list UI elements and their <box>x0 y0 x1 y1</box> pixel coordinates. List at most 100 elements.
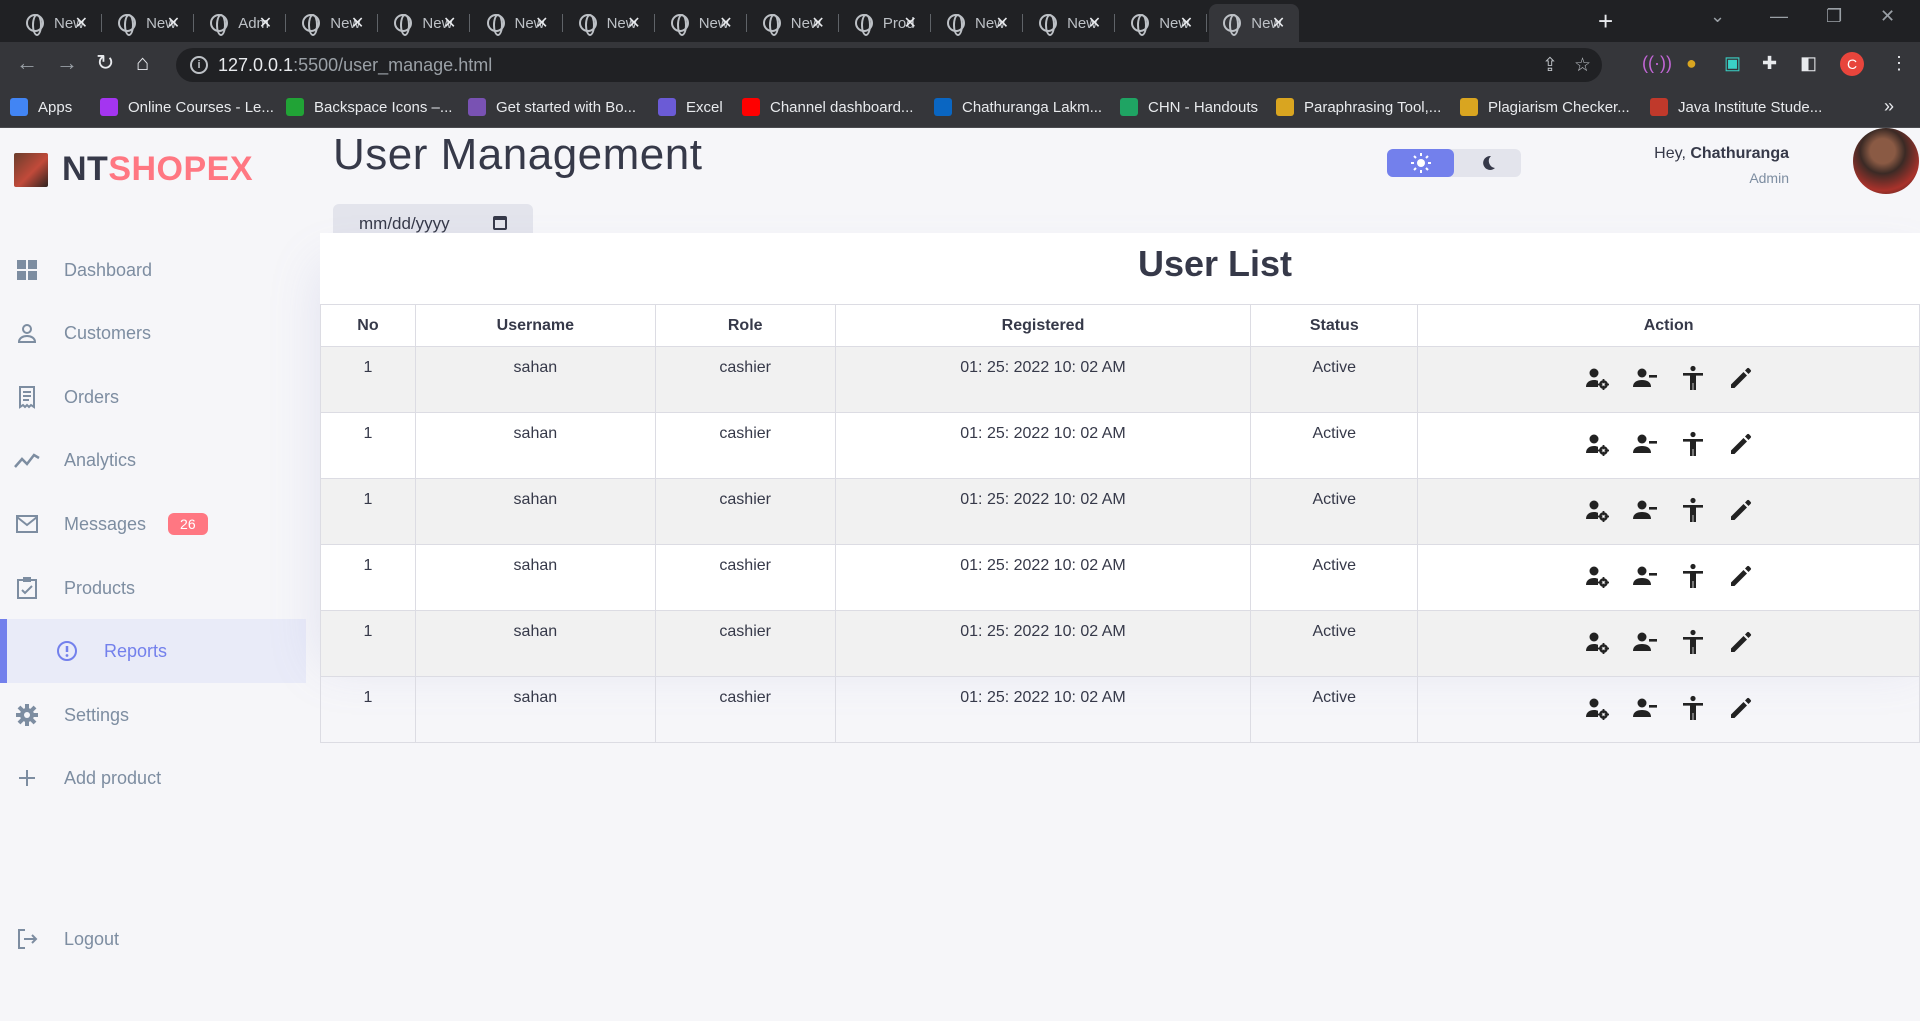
manage-user-icon[interactable] <box>1584 695 1610 721</box>
browser-tab[interactable]: New ✕ <box>12 4 102 42</box>
sidebar-item-products[interactable]: Products <box>0 556 306 620</box>
close-tab-icon[interactable]: ✕ <box>627 13 640 33</box>
sidebar-item-messages[interactable]: Messages 26 <box>0 492 306 556</box>
accessibility-icon[interactable] <box>1680 563 1706 589</box>
accessibility-icon[interactable] <box>1680 497 1706 523</box>
profile-avatar[interactable]: C <box>1840 52 1864 76</box>
bookmark-item[interactable]: Online Courses - Le... <box>100 98 274 116</box>
close-tab-icon[interactable]: ✕ <box>903 13 916 33</box>
minimize-button[interactable]: — <box>1770 6 1788 27</box>
extension-app-icon[interactable]: ▣ <box>1724 53 1741 74</box>
sidebar-item-settings[interactable]: Settings <box>0 683 306 747</box>
remove-user-icon[interactable] <box>1632 629 1658 655</box>
browser-tab[interactable]: New ✕ <box>380 4 471 42</box>
edit-pencil-icon[interactable] <box>1728 431 1754 457</box>
sidebar-item-analytics[interactable]: Analytics <box>0 428 306 492</box>
accessibility-icon[interactable] <box>1680 431 1706 457</box>
bookmark-item[interactable]: Excel <box>658 98 723 116</box>
close-tab-icon[interactable]: ✕ <box>1272 13 1285 33</box>
close-tab-icon[interactable]: ✕ <box>167 13 180 33</box>
manage-user-icon[interactable] <box>1584 629 1610 655</box>
more-bookmarks-icon[interactable]: » <box>1884 96 1894 117</box>
bookmark-item[interactable]: Paraphrasing Tool,... <box>1276 98 1441 116</box>
browser-tab[interactable]: New ✕ <box>749 4 839 42</box>
home-icon[interactable]: ⌂ <box>136 50 149 76</box>
bookmark-item[interactable]: Channel dashboard... <box>742 98 913 116</box>
browser-tab[interactable]: New ✕ <box>657 4 747 42</box>
bookmark-item[interactable]: Backspace Icons –... <box>286 98 452 116</box>
browser-tab[interactable]: Prod ✕ <box>841 4 931 42</box>
edit-pencil-icon[interactable] <box>1728 695 1754 721</box>
browser-tab[interactable]: New ✕ <box>473 4 563 42</box>
close-tab-icon[interactable]: ✕ <box>996 13 1009 33</box>
edit-pencil-icon[interactable] <box>1728 563 1754 589</box>
edit-pencil-icon[interactable] <box>1728 497 1754 523</box>
browser-tab[interactable]: New ✕ <box>1025 4 1116 42</box>
manage-user-icon[interactable] <box>1584 431 1610 457</box>
close-tab-icon[interactable]: ✕ <box>1088 13 1101 33</box>
sidebar-item-dashboard[interactable]: Dashboard <box>0 238 306 302</box>
share-icon[interactable]: ⇪ <box>1542 54 1558 77</box>
bookmark-item[interactable]: CHN - Handouts <box>1120 98 1258 116</box>
sidebar-item-logout[interactable]: Logout <box>0 907 306 971</box>
edit-pencil-icon[interactable] <box>1728 629 1754 655</box>
light-mode-button[interactable] <box>1387 149 1454 177</box>
browser-tab[interactable]: New ✕ <box>1117 4 1208 42</box>
close-tab-icon[interactable]: ✕ <box>811 13 824 33</box>
bookmark-item[interactable]: Get started with Bo... <box>468 98 636 116</box>
calendar-icon[interactable] <box>493 216 507 230</box>
remove-user-icon[interactable] <box>1632 431 1658 457</box>
bookmark-item[interactable]: Chathuranga Lakm... <box>934 98 1102 116</box>
remove-user-icon[interactable] <box>1632 365 1658 391</box>
remove-user-icon[interactable] <box>1632 497 1658 523</box>
bookmark-item[interactable]: Plagiarism Checker... <box>1460 98 1630 116</box>
manage-user-icon[interactable] <box>1584 365 1610 391</box>
manage-user-icon[interactable] <box>1584 563 1610 589</box>
accessibility-icon[interactable] <box>1680 365 1706 391</box>
browser-tab[interactable]: New ✕ <box>565 4 655 42</box>
theme-toggler[interactable] <box>1387 149 1521 177</box>
bookmark-item[interactable]: Java Institute Stude... <box>1650 98 1822 116</box>
sidebar-item-add-product[interactable]: Add product <box>0 746 306 810</box>
globe-icon <box>118 14 137 36</box>
side-panel-icon[interactable]: ◧ <box>1800 53 1817 74</box>
tab-search-icon[interactable]: ⌄ <box>1710 6 1725 27</box>
accessibility-icon[interactable] <box>1680 695 1706 721</box>
bookmark-item[interactable]: Apps <box>10 98 72 116</box>
bookmark-star-icon[interactable]: ☆ <box>1574 54 1591 77</box>
browser-tab[interactable]: New ✕ <box>288 4 379 42</box>
manage-user-icon[interactable] <box>1584 497 1610 523</box>
close-tab-icon[interactable]: ✕ <box>75 13 88 33</box>
close-window-button[interactable]: ✕ <box>1880 6 1895 27</box>
browser-tab[interactable]: New ✕ <box>933 4 1023 42</box>
sidebar-item-customers[interactable]: Customers <box>0 301 306 365</box>
close-tab-icon[interactable]: ✕ <box>535 13 548 33</box>
sidebar-item-orders[interactable]: Orders <box>0 365 306 429</box>
extension-podcast-icon[interactable]: ((·)) <box>1642 53 1672 74</box>
new-tab-button[interactable]: + <box>1598 6 1613 37</box>
browser-tab[interactable]: New ✕ <box>104 4 195 42</box>
remove-user-icon[interactable] <box>1632 563 1658 589</box>
extensions-puzzle-icon[interactable]: ✚ <box>1762 53 1777 74</box>
extension-cookie-icon[interactable]: ● <box>1686 53 1697 74</box>
browser-menu-icon[interactable]: ⋮ <box>1890 53 1908 74</box>
accessibility-icon[interactable] <box>1680 629 1706 655</box>
browser-tab[interactable]: New ✕ <box>1209 4 1300 42</box>
remove-user-icon[interactable] <box>1632 695 1658 721</box>
back-arrow-icon[interactable]: ← <box>16 50 38 76</box>
close-tab-icon[interactable]: ✕ <box>351 13 364 33</box>
address-bar[interactable]: i 127.0.0.1:5500/user_manage.html ⇪ ☆ <box>176 48 1602 82</box>
forward-arrow-icon[interactable]: → <box>56 50 78 76</box>
avatar[interactable] <box>1853 128 1919 194</box>
close-tab-icon[interactable]: ✕ <box>1180 13 1193 33</box>
dark-mode-button[interactable] <box>1454 149 1521 177</box>
sidebar-item-reports[interactable]: Reports <box>0 619 306 683</box>
edit-pencil-icon[interactable] <box>1728 365 1754 391</box>
reload-icon[interactable]: ↻ <box>96 50 114 76</box>
close-tab-icon[interactable]: ✕ <box>719 13 732 33</box>
browser-tab[interactable]: Adm ✕ <box>196 4 287 42</box>
site-info-icon[interactable]: i <box>190 56 208 74</box>
close-tab-icon[interactable]: ✕ <box>259 13 272 33</box>
close-tab-icon[interactable]: ✕ <box>443 13 456 33</box>
restore-button[interactable]: ❐ <box>1826 6 1842 27</box>
